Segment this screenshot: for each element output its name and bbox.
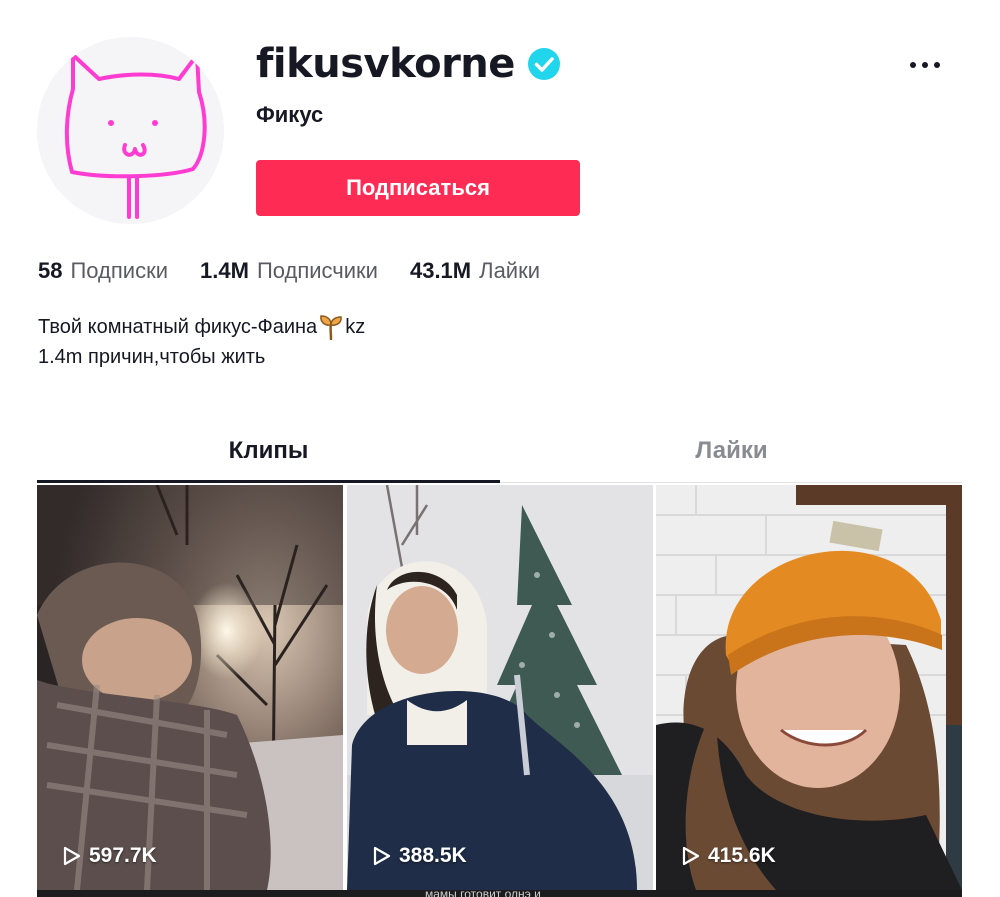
likes-label: Лайки bbox=[479, 258, 541, 283]
view-count-text: 388.5K bbox=[399, 844, 467, 867]
tab-clips[interactable]: Клипы bbox=[37, 420, 500, 482]
dot bbox=[922, 62, 928, 68]
profile-bio: Твой комнатный фикус-Фаина kz 1.4m причи… bbox=[38, 312, 365, 372]
likes-count: 43.1M bbox=[409, 258, 472, 283]
caption-peek-text: мамы готовит олнэ и bbox=[425, 889, 541, 897]
video-card[interactable]: 597.7K bbox=[37, 485, 343, 890]
username: fikusvkorne bbox=[256, 41, 515, 87]
view-count: 388.5K bbox=[373, 844, 467, 868]
followers-stat[interactable]: 1.4M Подписчики bbox=[200, 258, 378, 284]
following-count: 58 bbox=[38, 258, 63, 283]
followers-label: Подписчики bbox=[256, 258, 378, 283]
bio-line-1: Твой комнатный фикус-Фаина kz bbox=[38, 312, 365, 342]
followers-count: 1.4M bbox=[200, 258, 249, 283]
sprout-emoji-icon bbox=[319, 314, 343, 341]
more-options-icon[interactable] bbox=[900, 50, 950, 80]
bio-text-1: Твой комнатный фикус-Фаина bbox=[38, 316, 318, 338]
tab-liked[interactable]: Лайки bbox=[500, 420, 963, 482]
view-count: 415.6K bbox=[682, 844, 776, 868]
cat-doodle-avatar-image bbox=[37, 37, 224, 224]
verified-badge-icon bbox=[527, 47, 561, 81]
play-icon bbox=[63, 846, 81, 866]
video-card[interactable]: 415.6K bbox=[656, 485, 962, 890]
profile-page: fikusvkorne Фикус Подписаться 58 Подписк… bbox=[0, 0, 1000, 897]
likes-stat: 43.1M Лайки bbox=[410, 258, 540, 284]
following-stat[interactable]: 58 Подписки bbox=[38, 258, 168, 284]
following-label: Подписки bbox=[70, 258, 169, 283]
username-row: fikusvkorne bbox=[256, 40, 561, 88]
video-thumbnail bbox=[37, 485, 343, 890]
dot bbox=[910, 62, 916, 68]
video-thumbnail bbox=[347, 485, 653, 890]
play-icon bbox=[373, 846, 391, 866]
dot bbox=[934, 62, 940, 68]
follow-button[interactable]: Подписаться bbox=[256, 160, 580, 216]
play-icon bbox=[682, 846, 700, 866]
tab-active-indicator bbox=[37, 480, 500, 483]
bio-text-kz: kz bbox=[345, 316, 366, 338]
video-card[interactable]: 388.5K bbox=[347, 485, 653, 890]
profile-stats: 58 Подписки 1.4M Подписчики 43.1M Лайки bbox=[38, 258, 572, 284]
video-thumbnail bbox=[656, 485, 962, 890]
view-count: 597.7K bbox=[63, 844, 157, 868]
view-count-text: 415.6K bbox=[708, 844, 776, 867]
nickname: Фикус bbox=[256, 102, 324, 127]
bio-line-2: 1.4m причин,чтобы жить bbox=[38, 346, 266, 368]
video-grid: 597.7K 388.5K 415.6K мамы готовит олнэ и bbox=[37, 485, 962, 897]
profile-avatar[interactable] bbox=[37, 37, 224, 224]
profile-tabs: Клипы Лайки bbox=[37, 420, 962, 485]
view-count-text: 597.7K bbox=[89, 844, 157, 867]
